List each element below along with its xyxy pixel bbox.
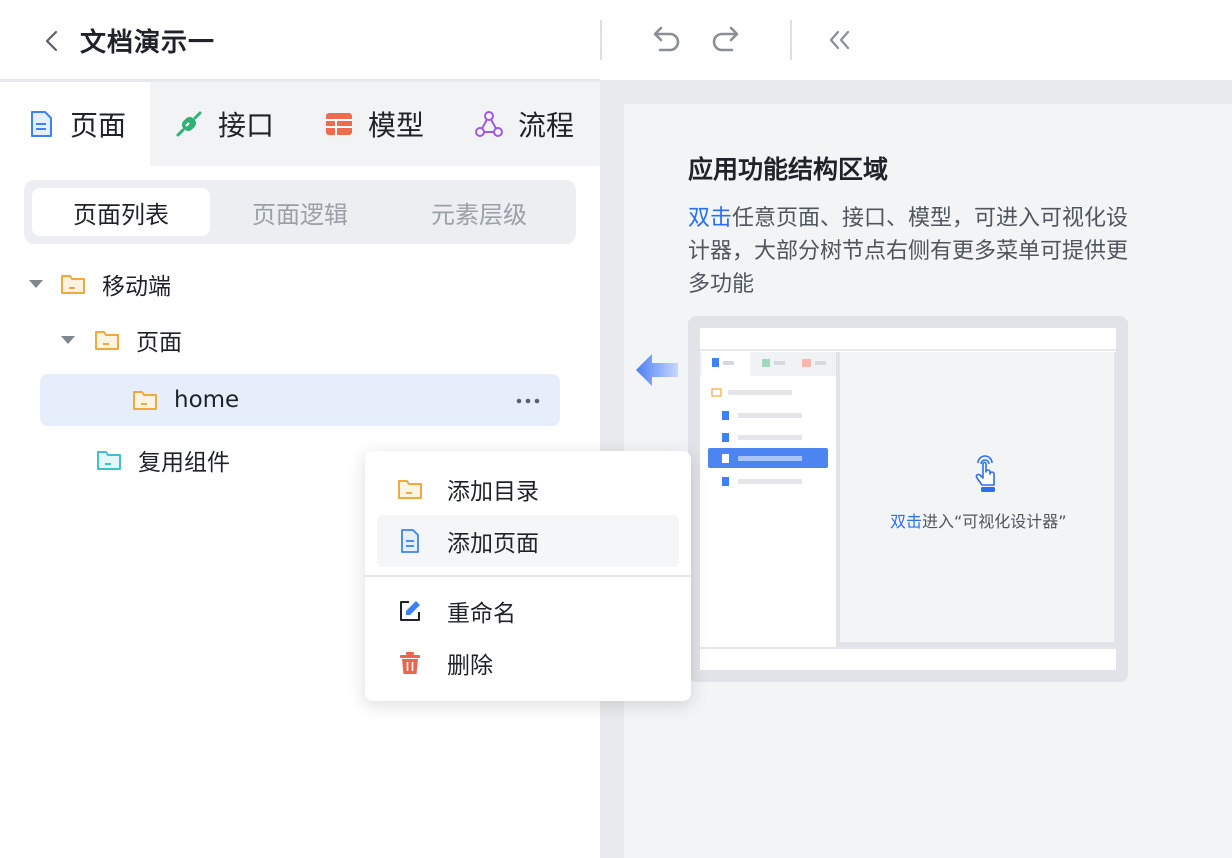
tab-api[interactable]: 接口 bbox=[174, 82, 300, 166]
help-title: 应用功能结构区域 bbox=[688, 155, 889, 184]
help-text: 任意页面、接口、模型，可进入可视化设计器，大部分树节点右侧有更多菜单可提供更多功… bbox=[688, 206, 1129, 297]
toolbar-divider bbox=[790, 20, 792, 60]
caret-down-icon[interactable] bbox=[60, 334, 76, 346]
document-title: 文档演示一 bbox=[80, 28, 216, 58]
tree-label: 页面 bbox=[136, 330, 182, 356]
menu-item-delete[interactable]: 删除 bbox=[377, 637, 679, 689]
caption-text: 进入“可视化设计器” bbox=[922, 512, 1067, 531]
page-add-icon bbox=[401, 529, 419, 553]
preview-caption: 双击进入“可视化设计器” bbox=[890, 508, 1067, 532]
menu-item-add-directory[interactable]: 添加目录 bbox=[377, 463, 679, 515]
context-menu: 添加目录 添加页面 重命名 删除 bbox=[365, 451, 691, 701]
help-description: 双击任意页面、接口、模型，可进入可视化设计器，大部分树节点右侧有更多菜单可提供更… bbox=[688, 202, 1148, 301]
help-highlight: 双击 bbox=[688, 206, 733, 231]
more-horizontal-icon[interactable] bbox=[516, 398, 540, 404]
page-icon bbox=[31, 111, 52, 137]
tab-label: 模型 bbox=[368, 109, 425, 142]
left-arrow-icon bbox=[636, 354, 678, 386]
tab-label: 页面 bbox=[70, 109, 127, 142]
tree-label: 复用组件 bbox=[138, 450, 230, 476]
folder-icon bbox=[97, 451, 121, 470]
table-icon bbox=[326, 113, 352, 135]
redo-icon[interactable] bbox=[708, 22, 744, 58]
caret-down-icon[interactable] bbox=[28, 278, 44, 290]
help-panel-body: 应用功能结构区域 双击任意页面、接口、模型，可进入可视化设计器，大部分树节点右侧… bbox=[624, 104, 1232, 858]
tab-label: 接口 bbox=[218, 109, 275, 142]
tree-label: home bbox=[174, 387, 240, 413]
preview-screenshot-graphic bbox=[700, 328, 1116, 670]
menu-item-add-page[interactable]: 添加页面 bbox=[377, 515, 679, 567]
tree-node-home[interactable]: home bbox=[40, 374, 560, 426]
tab-pages[interactable]: 页面 bbox=[0, 82, 150, 166]
folder-icon bbox=[61, 275, 85, 294]
tab-model[interactable]: 模型 bbox=[324, 82, 450, 166]
menu-label: 删除 bbox=[447, 653, 493, 679]
toolbar-divider bbox=[600, 20, 602, 60]
help-panel: 应用功能结构区域 双击任意页面、接口、模型，可进入可视化设计器，大部分树节点右侧… bbox=[600, 80, 1232, 858]
sub-tab-bar: 页面列表 页面逻辑 元素层级 bbox=[24, 180, 576, 244]
preview-window: 双击进入“可视化设计器” bbox=[700, 328, 1116, 670]
top-bar: 文档演示一 bbox=[0, 0, 1232, 80]
folder-icon bbox=[95, 331, 119, 350]
plug-icon bbox=[176, 111, 202, 137]
back-arrow-icon[interactable] bbox=[38, 26, 66, 56]
designer-preview-illustration: 双击进入“可视化设计器” bbox=[688, 316, 1128, 682]
menu-label: 添加目录 bbox=[447, 479, 539, 505]
edit-icon bbox=[400, 601, 420, 621]
menu-item-rename[interactable]: 重命名 bbox=[377, 585, 679, 637]
trash-icon bbox=[400, 652, 420, 674]
caption-highlight: 双击 bbox=[890, 512, 923, 531]
flow-icon bbox=[475, 111, 503, 137]
undo-icon[interactable] bbox=[648, 22, 684, 58]
menu-label: 重命名 bbox=[447, 601, 516, 627]
menu-divider bbox=[365, 575, 691, 577]
double-click-hand-icon bbox=[975, 455, 995, 492]
subtab-element-hierarchy[interactable]: 元素层级 bbox=[390, 188, 568, 236]
folder-add-icon bbox=[398, 480, 422, 499]
subtab-page-logic[interactable]: 页面逻辑 bbox=[211, 188, 389, 236]
tree-node-reusable-components[interactable]: 复用组件 bbox=[96, 434, 356, 486]
tree-node-mobile[interactable]: 移动端 bbox=[28, 258, 568, 310]
collapse-double-chevron-icon[interactable] bbox=[822, 22, 858, 58]
tab-flow[interactable]: 流程 bbox=[474, 82, 600, 166]
tab-label: 流程 bbox=[518, 109, 575, 142]
main-tab-bar: 页面 接口 模型 流程 bbox=[0, 82, 600, 166]
subtab-page-list[interactable]: 页面列表 bbox=[32, 188, 210, 236]
folder-icon bbox=[133, 391, 157, 410]
tree-node-pages[interactable]: 页面 bbox=[60, 314, 560, 366]
menu-label: 添加页面 bbox=[447, 531, 539, 557]
tree-label: 移动端 bbox=[102, 274, 171, 300]
